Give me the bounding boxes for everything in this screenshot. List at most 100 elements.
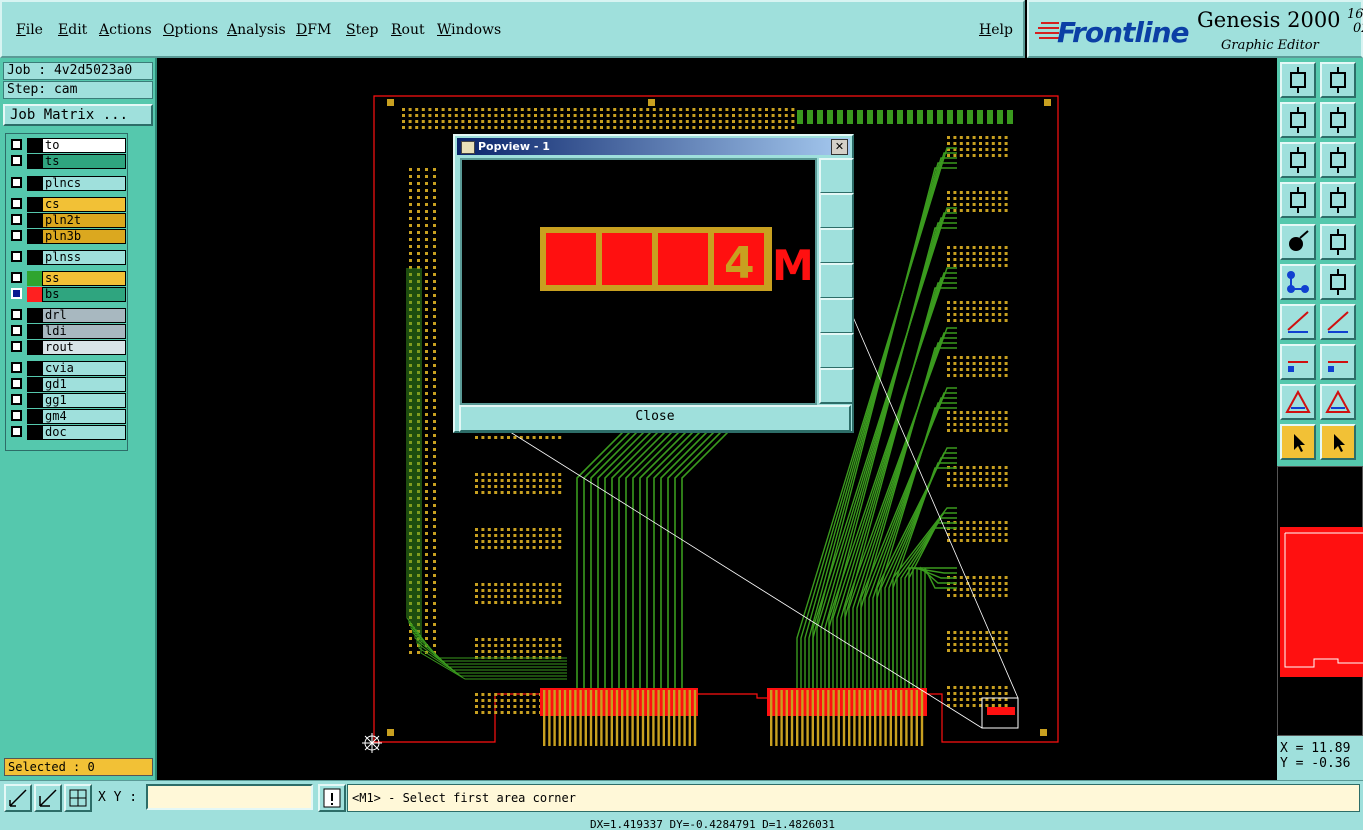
layer-color-swatch[interactable] <box>27 176 42 191</box>
menu-options[interactable]: Options <box>163 22 218 38</box>
layer-name[interactable]: pln2t <box>42 213 126 228</box>
layer-name[interactable]: gg1 <box>42 393 126 408</box>
connect-icon[interactable] <box>1280 182 1316 218</box>
layer-row-ss[interactable]: ss <box>8 271 128 286</box>
popview-pan-down-icon[interactable] <box>819 228 854 264</box>
layer-checkbox[interactable] <box>11 251 22 262</box>
net-icon[interactable] <box>1280 264 1316 300</box>
layer-checkbox[interactable] <box>11 139 22 150</box>
route-icon[interactable] <box>1320 182 1356 218</box>
cross-icon[interactable] <box>1320 264 1356 300</box>
layer-checkbox[interactable] <box>11 362 22 373</box>
layer-name[interactable]: cs <box>42 197 126 212</box>
popview-pan-up-icon[interactable] <box>819 193 854 229</box>
line-edit-icon[interactable] <box>1280 304 1316 340</box>
layer-name[interactable]: ss <box>42 271 126 286</box>
add-pad-icon[interactable] <box>1280 224 1316 260</box>
popview-pan-right-icon[interactable] <box>819 298 854 334</box>
layer-color-swatch[interactable] <box>27 425 42 440</box>
layer-row-gm4[interactable]: gm4 <box>8 409 128 424</box>
popview-titlebar[interactable]: Popview - 1 ✕ <box>457 138 850 155</box>
layer-row-to[interactable]: to <box>8 138 128 153</box>
layer-checkbox[interactable] <box>11 378 22 389</box>
layer-color-swatch[interactable] <box>27 308 42 323</box>
overview-map[interactable] <box>1277 466 1363 736</box>
menu-file[interactable]: File <box>16 22 43 38</box>
layer-checkbox[interactable] <box>11 155 22 166</box>
layer-name[interactable]: ts <box>42 154 126 169</box>
layer-checkbox[interactable] <box>11 288 22 299</box>
layer-row-drl[interactable]: drl <box>8 308 128 323</box>
layer-name[interactable]: plncs <box>42 176 126 191</box>
close-icon[interactable]: ✕ <box>831 139 848 155</box>
view-right-icon[interactable] <box>1320 102 1356 138</box>
layer-row-ts[interactable]: ts <box>8 154 128 169</box>
layer-color-swatch[interactable] <box>27 409 42 424</box>
layer-checkbox[interactable] <box>11 214 22 225</box>
layer-checkbox[interactable] <box>11 198 22 209</box>
layer-name[interactable]: plnss <box>42 250 126 265</box>
minus-icon[interactable] <box>1320 344 1356 380</box>
layer-name[interactable]: gm4 <box>42 409 126 424</box>
zoom-center-icon[interactable] <box>1320 142 1356 178</box>
layer-row-cs[interactable]: cs <box>8 197 128 212</box>
layer-color-swatch[interactable] <box>27 393 42 408</box>
layer-row-pln2t[interactable]: pln2t <box>8 213 128 228</box>
layer-checkbox[interactable] <box>11 177 22 188</box>
layer-checkbox[interactable] <box>11 272 22 283</box>
menu-step[interactable]: Step <box>346 22 378 38</box>
view-left-icon[interactable] <box>1280 102 1316 138</box>
popview-close-button[interactable]: Close <box>459 405 851 432</box>
layer-row-bs[interactable]: bs <box>8 287 128 302</box>
layer-checkbox[interactable] <box>11 230 22 241</box>
layer-row-ldi[interactable]: ldi <box>8 324 128 339</box>
layer-row-gg1[interactable]: gg1 <box>8 393 128 408</box>
layer-color-swatch[interactable] <box>27 377 42 392</box>
zoom-fit-icon[interactable] <box>1280 142 1316 178</box>
line-draw-icon[interactable] <box>1320 304 1356 340</box>
layer-color-swatch[interactable] <box>27 340 42 355</box>
menu-edit[interactable]: Edit <box>58 22 87 38</box>
layer-color-swatch[interactable] <box>27 213 42 228</box>
menu-dfm[interactable]: DFM <box>296 22 331 38</box>
layer-name[interactable]: doc <box>42 425 126 440</box>
snap-icon[interactable] <box>4 784 32 812</box>
xy-input[interactable] <box>146 784 313 810</box>
triangle-select-icon[interactable] <box>1320 384 1356 420</box>
menu-windows[interactable]: Windows <box>437 22 501 38</box>
layer-row-gd1[interactable]: gd1 <box>8 377 128 392</box>
layer-name[interactable]: to <box>42 138 126 153</box>
popview-canvas[interactable]: 4 Ma <box>460 158 817 405</box>
popview-zoom-out-icon[interactable] <box>819 333 854 369</box>
menu-help[interactable]: Help <box>979 22 1013 38</box>
view-top-icon[interactable] <box>1280 62 1316 98</box>
layer-checkbox[interactable] <box>11 410 22 421</box>
job-matrix-button[interactable]: Job Matrix ... <box>3 104 153 126</box>
popview-zoom-in-icon[interactable] <box>819 368 854 404</box>
layer-row-rout[interactable]: rout <box>8 340 128 355</box>
layer-color-swatch[interactable] <box>27 271 42 286</box>
layer-checkbox[interactable] <box>11 426 22 437</box>
layer-row-doc[interactable]: doc <box>8 425 128 440</box>
layer-row-cvia[interactable]: cvia <box>8 361 128 376</box>
pointer-icon[interactable] <box>1280 424 1316 460</box>
point-icon[interactable] <box>1280 344 1316 380</box>
layer-checkbox[interactable] <box>11 309 22 320</box>
layer-name[interactable]: ldi <box>42 324 126 339</box>
layer-checkbox[interactable] <box>11 341 22 352</box>
layer-color-swatch[interactable] <box>27 138 42 153</box>
menu-analysis[interactable]: Analysis <box>227 22 286 38</box>
layer-color-swatch[interactable] <box>27 287 42 302</box>
select-box-icon[interactable] <box>1320 224 1356 260</box>
layer-name[interactable]: drl <box>42 308 126 323</box>
layer-checkbox[interactable] <box>11 325 22 336</box>
layer-name[interactable]: cvia <box>42 361 126 376</box>
menu-rout[interactable]: Rout <box>391 22 425 38</box>
popview-pan-left-icon[interactable] <box>819 263 854 299</box>
grid-icon[interactable] <box>64 784 92 812</box>
layer-name[interactable]: bs <box>42 287 126 302</box>
info-icon[interactable] <box>318 784 346 812</box>
layer-name[interactable]: pln3b <box>42 229 126 244</box>
layer-color-swatch[interactable] <box>27 361 42 376</box>
layer-row-plnss[interactable]: plnss <box>8 250 128 265</box>
